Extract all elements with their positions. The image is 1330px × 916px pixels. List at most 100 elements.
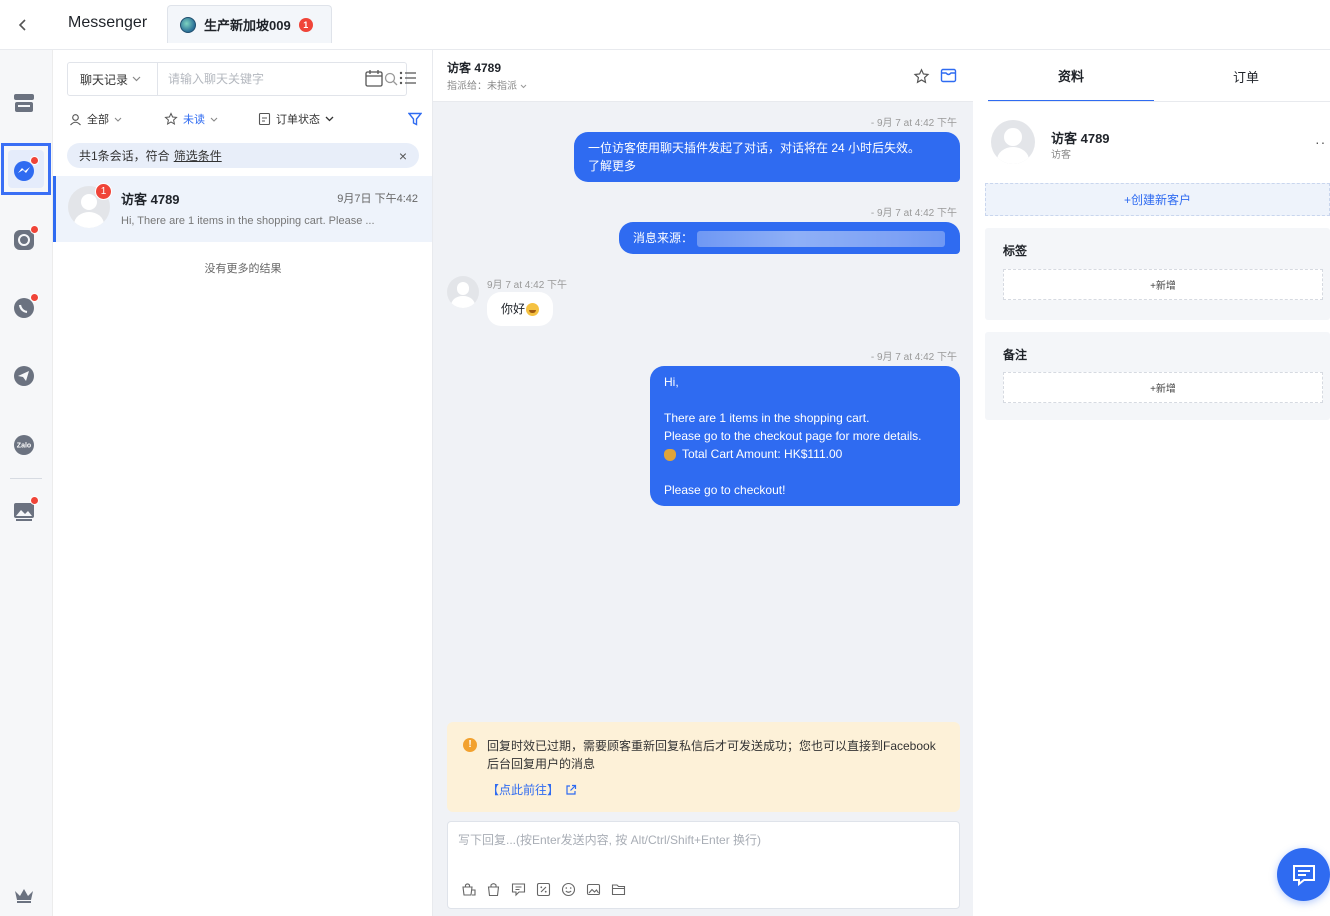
- warning-text: 回复时效已过期，需要顾客重新回复私信后才可发送成功；您也可以直接到Faceboo…: [487, 739, 936, 771]
- add-tag-button[interactable]: +新增: [1003, 269, 1323, 300]
- reply-input[interactable]: [458, 830, 948, 850]
- tab-orders[interactable]: 订单: [1163, 50, 1329, 102]
- reply-expired-warning: ! 回复时效已过期，需要顾客重新回复私信后才可发送成功；您也可以直接到Faceb…: [447, 722, 960, 812]
- back-button[interactable]: [8, 10, 38, 40]
- source-message-text: 消息来源：: [633, 231, 694, 245]
- list-view-icon[interactable]: [398, 68, 418, 91]
- chevron-down-icon: [520, 84, 527, 89]
- rail-notification-dot: [30, 293, 39, 302]
- rail-item-messenger[interactable]: [11, 156, 39, 184]
- product-icon[interactable]: [460, 881, 476, 897]
- money-bag-icon: [664, 448, 676, 461]
- cart-message-line: Total Cart Amount: HK$111.00: [682, 447, 843, 461]
- rail-item-gallery[interactable]: [11, 496, 39, 524]
- profile-name: 访客 4789: [1051, 131, 1110, 146]
- conversation-item[interactable]: 1 访客 4789 9月7日 下午4:42 Hi, There are 1 it…: [53, 176, 432, 242]
- store-icon: [14, 94, 34, 112]
- redacted-source: [697, 230, 946, 247]
- rail-notification-dot: [30, 496, 39, 505]
- customer-info-panel: 资料 订单 访客 4789 访客 ·· +创建新客户 标签 +新增 备注 +新增: [973, 50, 1330, 916]
- account-tab-label: 生产新加坡009: [204, 18, 291, 33]
- rail-item-zalo[interactable]: Zalo: [11, 432, 37, 458]
- chevron-left-icon: [18, 19, 26, 31]
- cart-message-line: Please go to checkout!: [664, 483, 786, 497]
- rail-notification-dot: [30, 156, 39, 165]
- account-badge: 1: [298, 17, 313, 32]
- tab-profile[interactable]: 资料: [988, 50, 1154, 102]
- calendar-icon[interactable]: [364, 68, 384, 91]
- top-bar: Messenger 生产新加坡009 1: [0, 0, 1330, 50]
- assign-select[interactable]: 指派给：未指派: [447, 77, 527, 92]
- star-button[interactable]: [913, 68, 930, 88]
- message-timestamp: 9月 7 at 4:42 下午: [487, 280, 568, 291]
- mail-icon: [940, 68, 957, 83]
- conversation-preview: Hi, There are 1 items in the shopping ca…: [121, 215, 375, 227]
- warning-icon: !: [463, 738, 477, 752]
- account-tab[interactable]: 生产新加坡009 1: [167, 5, 332, 43]
- emoji-picker-icon[interactable]: [560, 881, 576, 897]
- image-icon[interactable]: [585, 881, 601, 897]
- search-scope-label: 聊天记录: [80, 72, 129, 87]
- message-timestamp: - 9月 7 at 4:42 下午: [870, 208, 957, 219]
- channel-rail: Zalo: [0, 50, 53, 916]
- create-customer-button[interactable]: +创建新客户: [985, 183, 1330, 216]
- conversation-panel: 聊天记录 全部 未读 订单状态 共1条: [53, 50, 433, 916]
- unread-badge: 1: [95, 183, 112, 200]
- star-icon: [164, 112, 178, 125]
- avatar: [991, 120, 1035, 164]
- rail-divider: [10, 478, 42, 479]
- system-message-text: 一位访客使用聊天插件发起了对话，对话将在 24 小时后失效。: [588, 141, 921, 155]
- filter-row: 全部 未读 订单状态: [67, 108, 422, 130]
- chat-panel: 访客 4789 指派给：未指派 - 9月 7 at 4:42 下午 一位访客使用…: [433, 50, 973, 916]
- filter-funnel-button[interactable]: [408, 112, 422, 126]
- tags-section: 标签 +新增: [985, 228, 1330, 320]
- cart-message-line: Hi,: [664, 375, 679, 389]
- tags-title: 标签: [1003, 244, 1028, 258]
- rail-item-premium[interactable]: [11, 882, 37, 908]
- order-status-filter[interactable]: 订单状态: [258, 111, 334, 127]
- add-note-button[interactable]: +新增: [1003, 372, 1323, 403]
- no-more-results: 没有更多的结果: [204, 263, 282, 275]
- star-icon: [913, 68, 930, 84]
- incoming-message-text: 你好: [501, 302, 526, 316]
- funnel-icon: [408, 112, 422, 126]
- unread-filter[interactable]: 未读: [164, 111, 218, 127]
- chevron-down-icon: [210, 117, 218, 122]
- assignee-filter[interactable]: 全部: [69, 111, 122, 127]
- discount-icon[interactable]: [535, 881, 551, 897]
- profile-role: 访客: [1051, 150, 1071, 161]
- crown-icon: [15, 889, 33, 903]
- rail-item-whatsapp[interactable]: [11, 293, 39, 321]
- go-to-facebook-link[interactable]: 【点此前往】: [487, 781, 577, 799]
- quick-reply-icon[interactable]: [510, 881, 526, 897]
- search-input[interactable]: [158, 63, 376, 95]
- reply-box: [447, 821, 960, 909]
- close-icon[interactable]: ×: [399, 148, 407, 164]
- conversation-time: 9月7日 下午4:42: [337, 193, 418, 205]
- shopping-bag-icon[interactable]: [485, 881, 501, 897]
- source-message-bubble: 消息来源：: [619, 222, 960, 254]
- svg-text:Zalo: Zalo: [17, 443, 31, 450]
- globe-icon: [180, 16, 196, 33]
- more-options-button[interactable]: ··: [1315, 134, 1326, 150]
- search-scope-select[interactable]: 聊天记录: [68, 63, 158, 95]
- rail-item-telegram[interactable]: [11, 363, 37, 389]
- go-to-facebook-label: 【点此前往】: [487, 783, 560, 797]
- mail-button[interactable]: [940, 68, 957, 86]
- rail-item-store[interactable]: [11, 90, 37, 116]
- filter-notice-text: 共1条会话，符合: [79, 149, 170, 163]
- notes-title: 备注: [1003, 348, 1028, 362]
- folder-icon[interactable]: [610, 881, 626, 897]
- chat-bubble-icon: [1292, 864, 1315, 886]
- chat-header: 访客 4789 指派给：未指派: [433, 50, 973, 102]
- zalo-icon: Zalo: [14, 435, 34, 455]
- learn-more-link[interactable]: 了解更多: [588, 157, 946, 175]
- rail-item-instagram[interactable]: [11, 225, 39, 253]
- message-timestamp: - 9月 7 at 4:42 下午: [870, 352, 957, 363]
- cart-message-line: There are 1 items in the shopping cart.: [664, 411, 870, 425]
- chevron-down-icon: [132, 76, 141, 82]
- filter-conditions-link[interactable]: 筛选条件: [174, 147, 222, 164]
- user-icon: [70, 113, 81, 125]
- chat-support-button[interactable]: [1277, 848, 1330, 901]
- external-link-icon: [566, 784, 577, 795]
